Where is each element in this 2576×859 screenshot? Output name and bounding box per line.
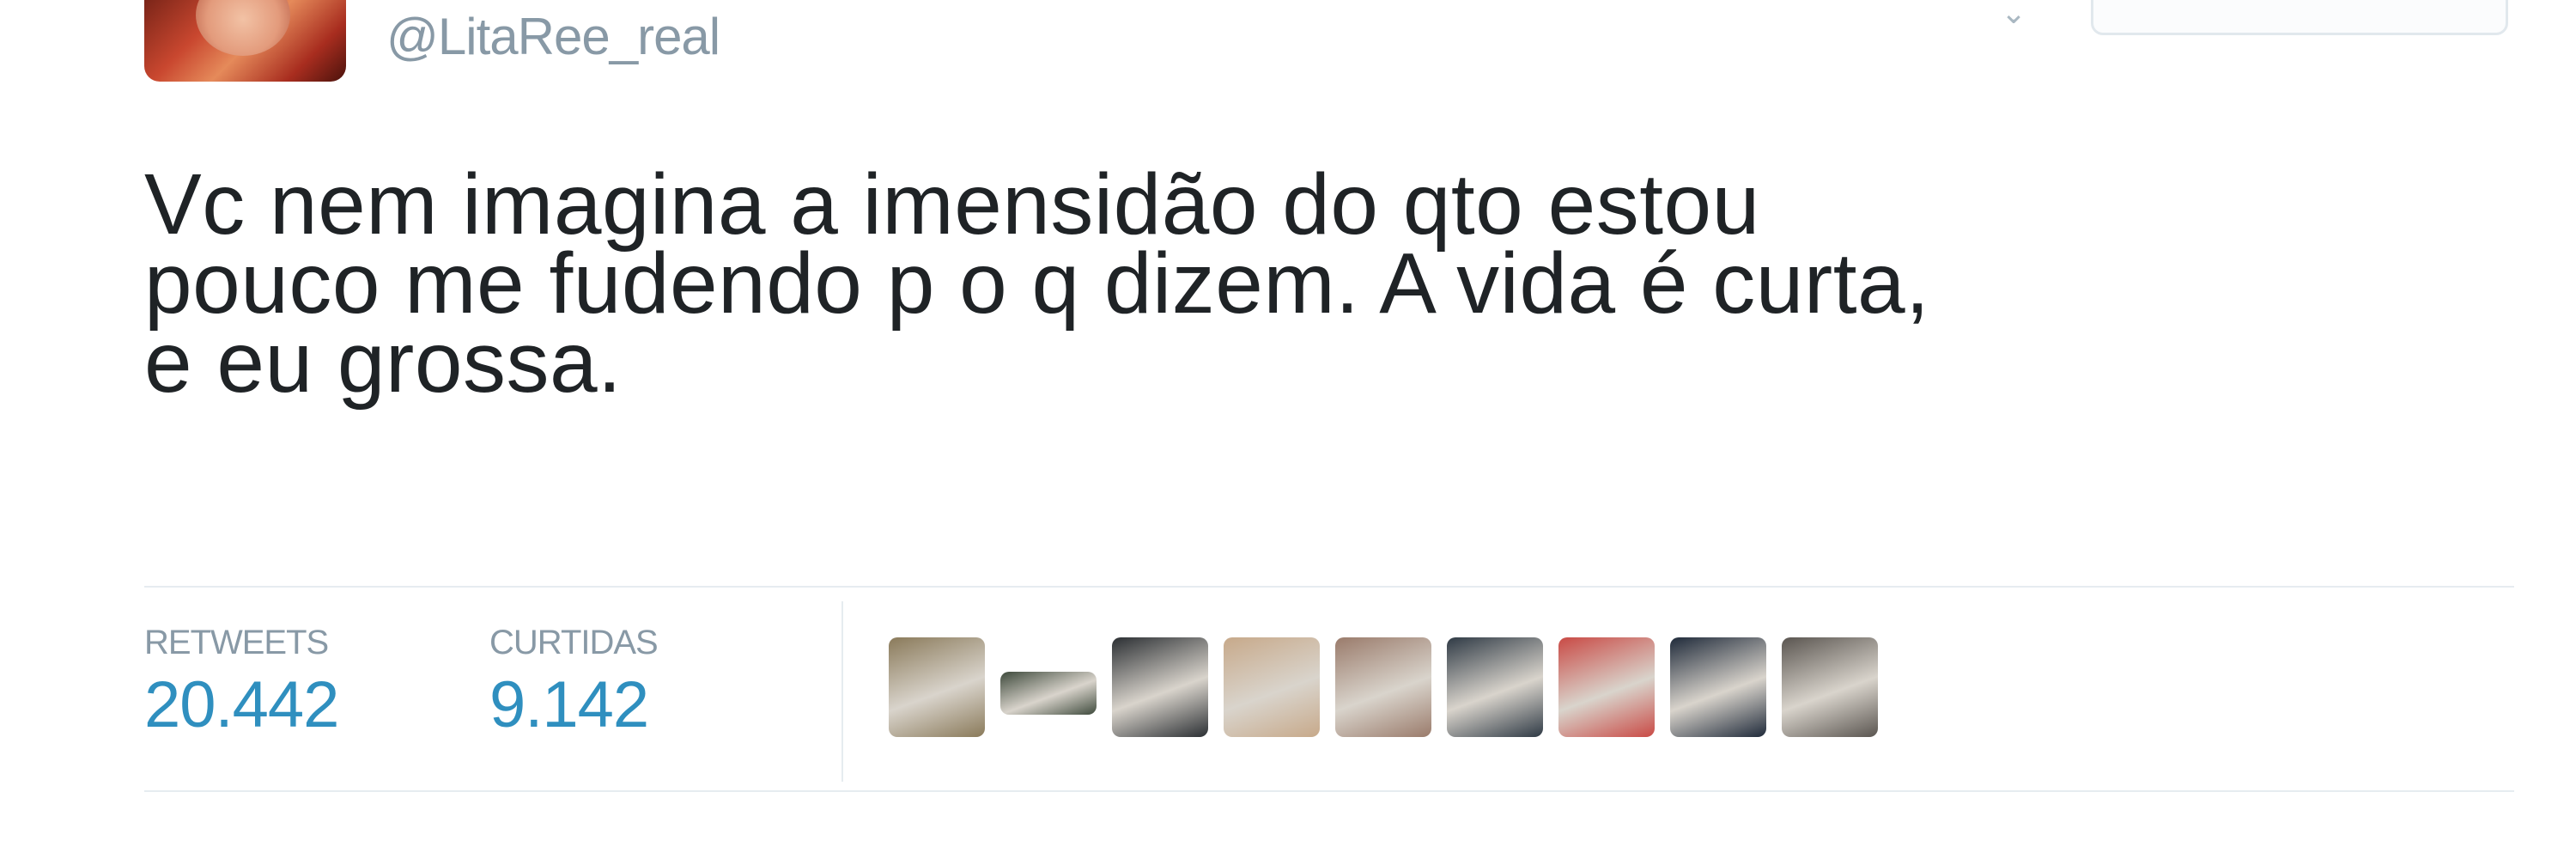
- liker-avatar-2[interactable]: [1000, 672, 1097, 715]
- retweets-count: 20.442: [144, 668, 339, 741]
- stats-divider: [841, 601, 843, 782]
- liker-avatar-3[interactable]: [1112, 637, 1208, 737]
- likes-label: CURTIDAS: [489, 624, 659, 661]
- divider: [144, 790, 2514, 792]
- user-handle[interactable]: @LitaRee_real: [386, 7, 720, 66]
- user-avatar[interactable]: [144, 0, 346, 82]
- retweets-label: RETWEETS: [144, 624, 329, 661]
- tweet-card: @LitaRee_real ⌄ Vc nem imagina a imensid…: [0, 0, 2576, 859]
- tweet-text-line: Vc nem imagina a imensidão do qto estou: [144, 156, 1760, 253]
- liker-avatar-5[interactable]: [1335, 637, 1431, 737]
- avatar-face: [196, 0, 290, 56]
- liker-avatar-8[interactable]: [1670, 637, 1766, 737]
- liker-avatar-7[interactable]: [1558, 637, 1655, 737]
- likes-stat[interactable]: CURTIDAS 9.142: [489, 624, 659, 742]
- chevron-down-icon[interactable]: ⌄: [2001, 0, 2026, 31]
- liker-avatar-6[interactable]: [1447, 637, 1543, 737]
- likes-count: 9.142: [489, 668, 649, 741]
- retweets-stat[interactable]: RETWEETS 20.442: [144, 624, 339, 742]
- divider: [144, 586, 2514, 588]
- liker-avatar-1[interactable]: [889, 637, 985, 737]
- liker-avatar-9[interactable]: [1782, 637, 1878, 737]
- tweet-text-line: e eu grossa.: [144, 314, 623, 411]
- tweet-text: Vc nem imagina a imensidão do qto estou …: [144, 156, 2514, 411]
- tweet-text-line: pouco me fudendo p o q dizem. A vida é c…: [144, 235, 1930, 332]
- follow-button[interactable]: [2091, 0, 2508, 35]
- liker-avatar-4[interactable]: [1224, 637, 1320, 737]
